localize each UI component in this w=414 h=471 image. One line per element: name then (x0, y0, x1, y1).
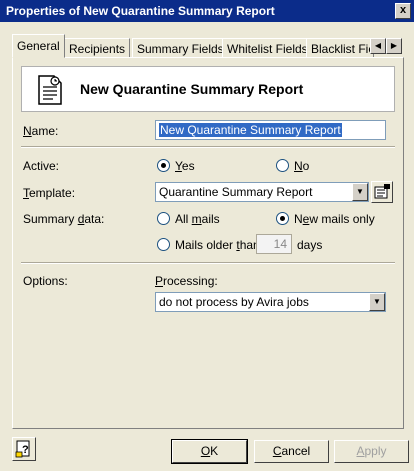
tab-blacklist-fields[interactable]: Blacklist Field (306, 38, 374, 58)
processing-select[interactable]: do not process by Avira jobs ▼ (155, 292, 386, 312)
summary-older-label: Mails older than (175, 238, 260, 252)
summary-data-label: Summary data: (23, 212, 105, 226)
divider (21, 262, 395, 264)
help-icon: ? (15, 440, 30, 458)
divider (21, 146, 395, 148)
name-label: Name: (23, 124, 59, 138)
report-title: New Quarantine Summary Report (80, 81, 304, 97)
close-icon: x (399, 4, 407, 16)
active-label: Active: (23, 159, 60, 173)
summary-new-radio[interactable] (276, 212, 289, 225)
template-label: Template: (23, 186, 76, 200)
active-no-label: No (294, 159, 310, 173)
days-label: days (297, 238, 323, 252)
active-yes-label: Yes (175, 159, 195, 173)
summary-all-label: All mails (175, 212, 220, 226)
tab-scroll-right[interactable]: ▶ (386, 38, 402, 54)
chevron-down-icon[interactable]: ▼ (352, 183, 368, 201)
arrow-right-icon: ▶ (390, 41, 398, 50)
svg-text:?: ? (22, 444, 29, 456)
close-button[interactable]: x (395, 3, 411, 19)
summary-all-radio[interactable] (157, 212, 170, 225)
processing-label: Processing: (155, 274, 218, 288)
apply-button[interactable]: Apply (334, 440, 409, 463)
help-button[interactable]: ? (12, 437, 36, 461)
arrow-left-icon: ◀ (374, 41, 382, 50)
older-days-field[interactable]: 14 (256, 234, 292, 254)
tab-recipients[interactable]: Recipients (64, 38, 131, 58)
active-no-radio[interactable] (276, 159, 289, 172)
template-select[interactable]: Quarantine Summary Report ▼ (155, 182, 369, 202)
window-title: Properties of New Quarantine Summary Rep… (6, 4, 275, 18)
tab-summary-fields[interactable]: Summary Fields (132, 38, 229, 58)
template-properties-button[interactable] (371, 181, 393, 203)
name-field[interactable]: New Quarantine Summary Report (155, 120, 386, 140)
active-yes-radio[interactable] (157, 159, 170, 172)
chevron-down-icon[interactable]: ▼ (369, 293, 385, 311)
tab-panel-general: New Quarantine Summary Report Name: New … (12, 57, 404, 429)
cancel-button[interactable]: Cancel (254, 440, 329, 463)
summary-older-radio[interactable] (157, 238, 170, 251)
tab-whitelist-fields[interactable]: Whitelist Fields (222, 38, 313, 58)
tab-strip: General Recipients Summary Fields Whitel… (12, 34, 404, 58)
summary-new-label: New mails only (294, 212, 375, 226)
report-header: New Quarantine Summary Report (21, 66, 395, 112)
title-bar: Properties of New Quarantine Summary Rep… (0, 0, 414, 22)
tab-general[interactable]: General (12, 34, 65, 58)
options-label: Options: (23, 274, 68, 288)
tab-scroll-left[interactable]: ◀ (370, 38, 386, 54)
ok-button[interactable]: OK (171, 439, 248, 464)
template-properties-icon (374, 184, 390, 199)
document-icon (38, 75, 62, 105)
